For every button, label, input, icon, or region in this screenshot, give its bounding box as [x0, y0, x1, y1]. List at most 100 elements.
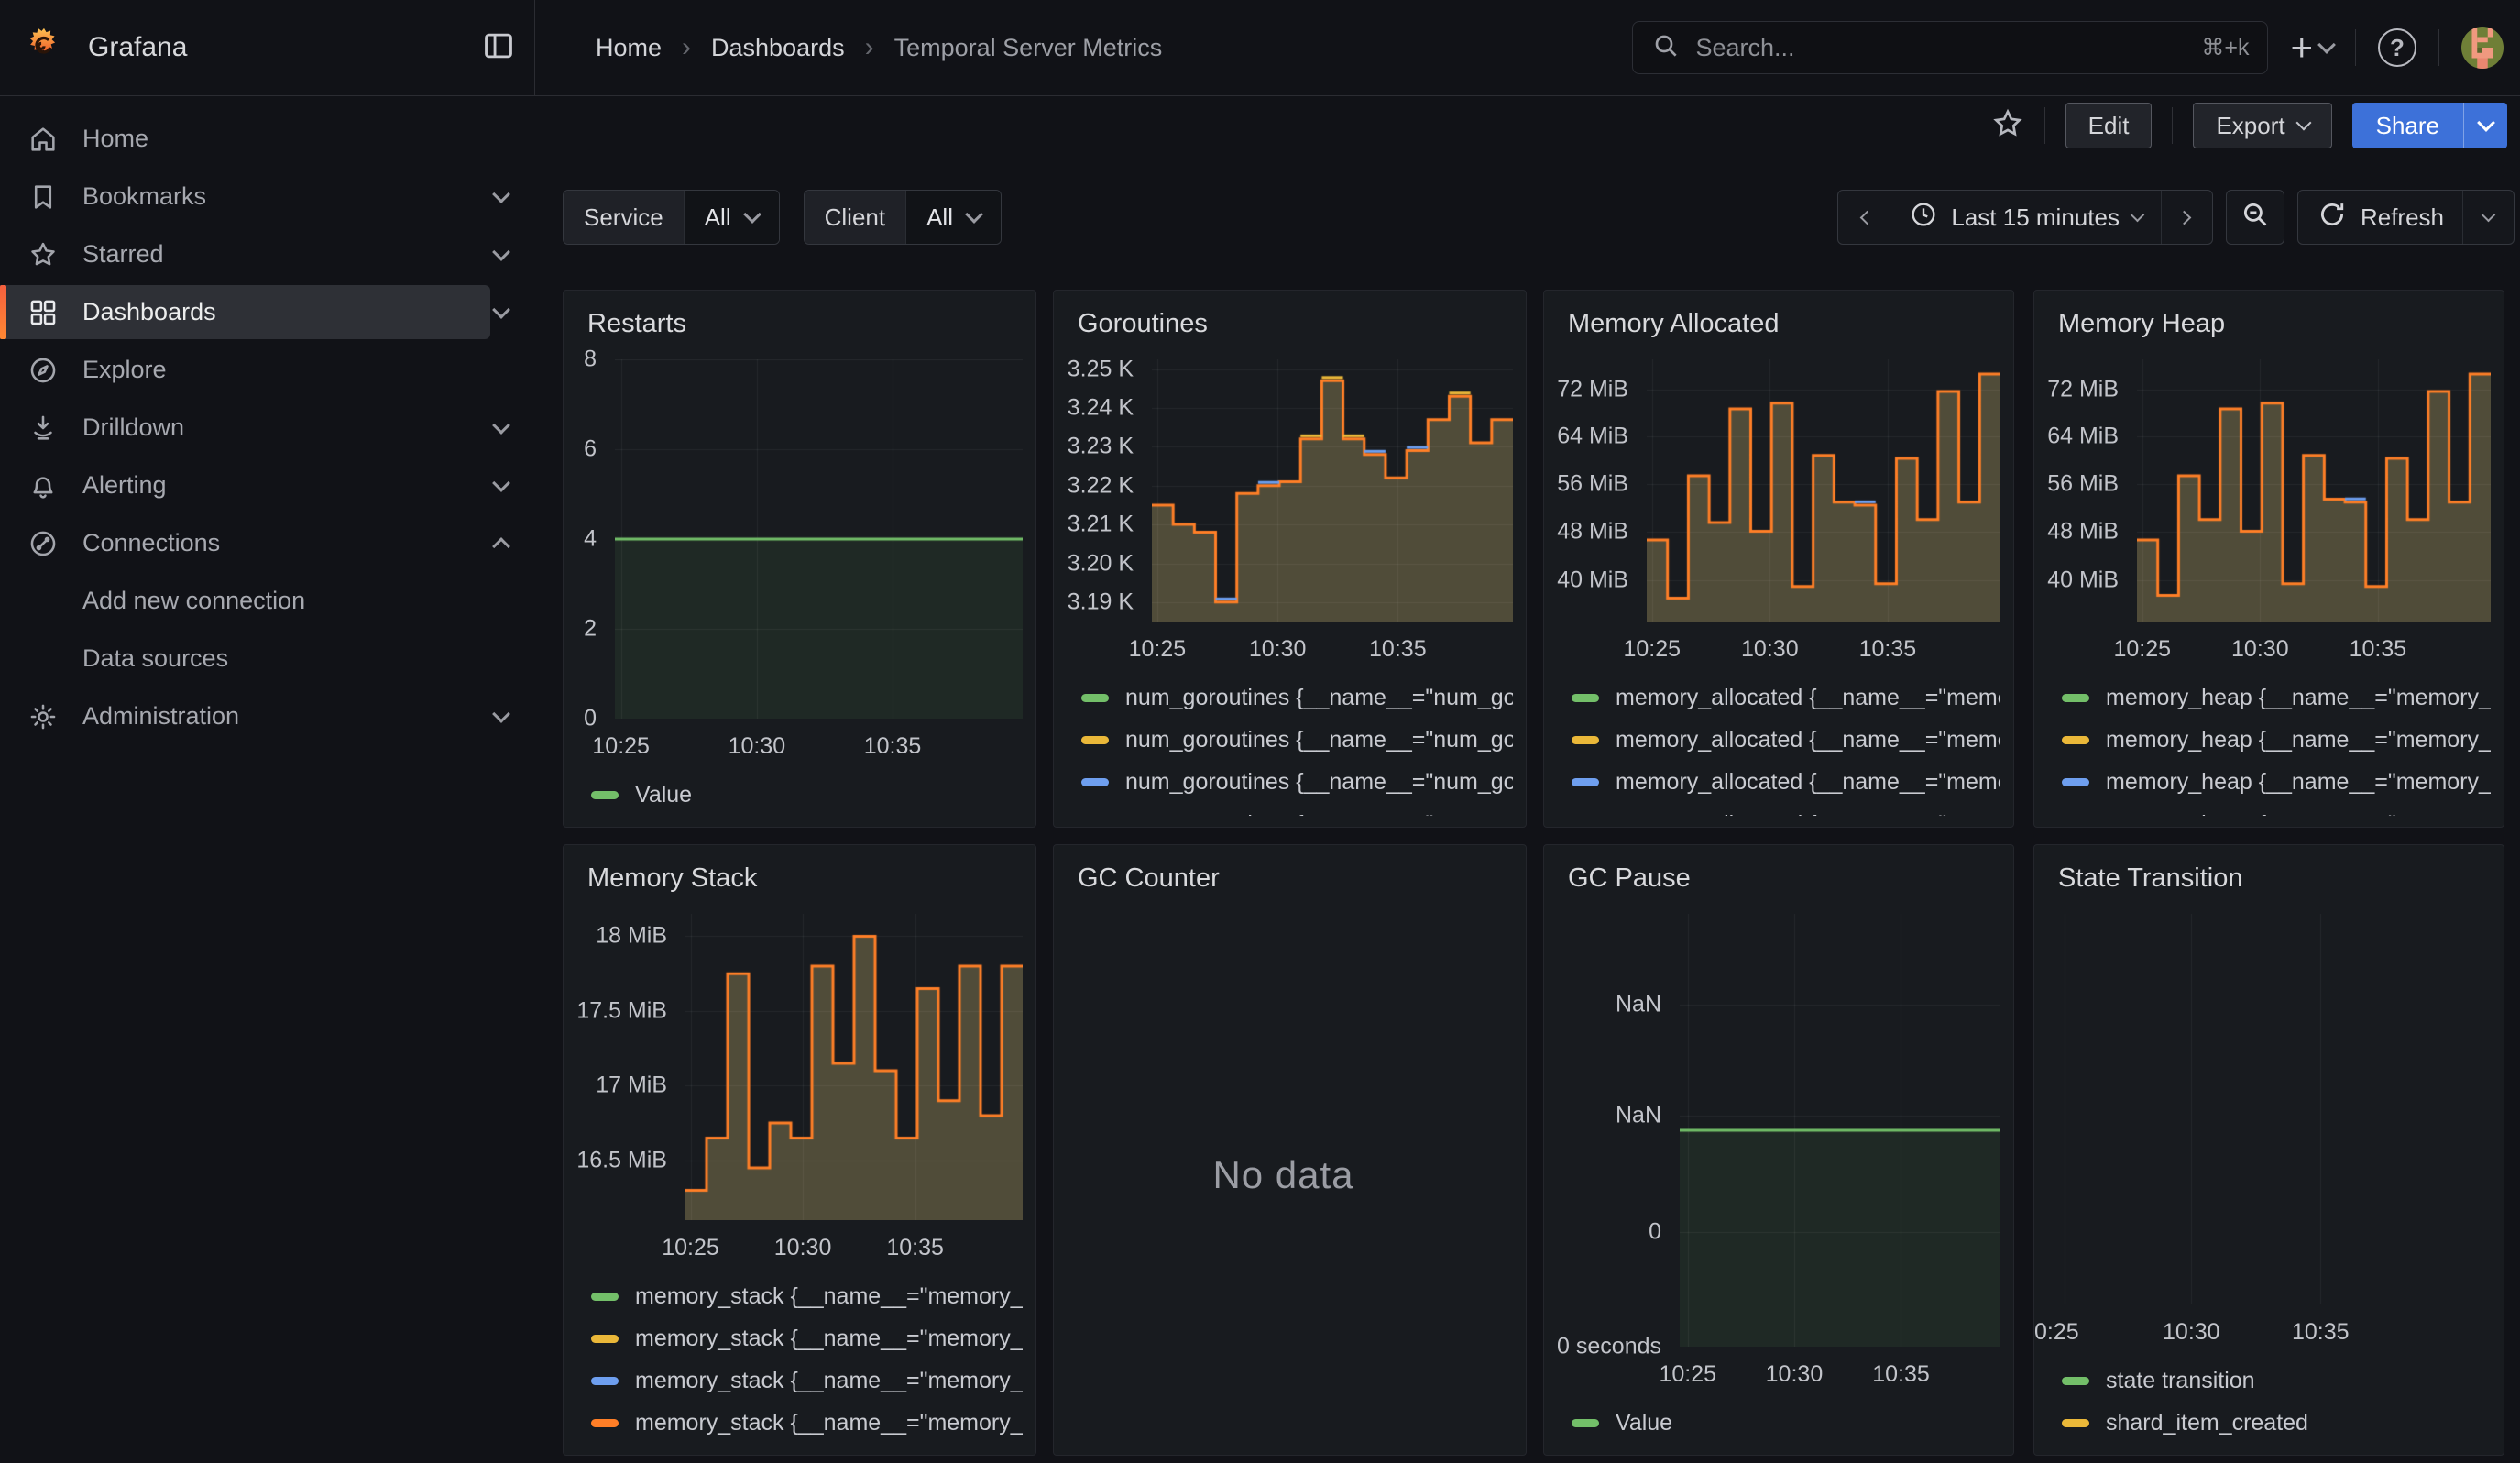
chevron-down-icon[interactable]: [492, 243, 510, 261]
legend-label: shard_item_created: [2106, 1410, 2308, 1436]
chevron-down-icon: [2131, 207, 2145, 222]
add-button[interactable]: +: [2290, 28, 2333, 67]
star-icon[interactable]: [1991, 107, 2024, 145]
chevron-down-icon[interactable]: [492, 185, 510, 204]
y-tick-label: 3.19 K: [1068, 588, 1134, 615]
panel-title[interactable]: State Transition: [2034, 845, 2504, 903]
y-tick-label: 17 MiB: [596, 1072, 667, 1099]
plot-area[interactable]: [615, 359, 1023, 719]
y-tick-label: 0: [584, 706, 597, 732]
search-input[interactable]: Search... ⌘+k: [1632, 21, 2268, 74]
sidebar-item-administration[interactable]: Administration: [0, 688, 535, 745]
legend-item[interactable]: num_goroutines {__name__="num_go: [1081, 676, 1513, 719]
sidebar-item-explore[interactable]: Explore: [0, 341, 535, 399]
sidebar-item-connections[interactable]: Connections: [0, 514, 535, 572]
share-button[interactable]: Share: [2352, 103, 2463, 148]
legend-label: memory_allocated {__name__="memc: [1616, 769, 2000, 796]
time-shift-back-button[interactable]: [1838, 191, 1890, 244]
chevron-down-icon[interactable]: [492, 705, 510, 723]
chevron-up-icon[interactable]: [492, 537, 510, 556]
panel-goroutines: Goroutines 3.25 K3.24 K3.23 K3.22 K3.21 …: [1053, 290, 1527, 828]
legend-swatch: [1572, 736, 1599, 744]
legend-item[interactable]: memory_allocated {__name__="memc: [1572, 676, 2000, 719]
legend-item[interactable]: memory_heap {__name__="memory_h: [2062, 719, 2491, 761]
legend-item[interactable]: memory_stack {__name__="memory_s: [591, 1275, 1023, 1317]
panel-title[interactable]: Memory Heap: [2034, 291, 2504, 348]
y-tick-label: 3.22 K: [1068, 472, 1134, 499]
legend-item[interactable]: num_goroutines {__name__="num_go: [1081, 719, 1513, 761]
legend-item[interactable]: memory_allocated {__name__="memc: [1572, 803, 2000, 816]
x-axis: 10:2510:3010:35: [1680, 1354, 2000, 1396]
panel-memory-stack: Memory Stack 18 MiB17.5 MiB17 MiB16.5 Mi…: [563, 844, 1036, 1456]
export-button[interactable]: Export: [2193, 103, 2331, 148]
panel-title[interactable]: Memory Stack: [564, 845, 1035, 903]
legend-item[interactable]: num_goroutines {__name__="num_go: [1081, 803, 1513, 816]
legend-swatch: [2062, 1419, 2089, 1427]
time-shift-forward-button[interactable]: [2161, 191, 2212, 244]
sidebar-item-dashboards[interactable]: Dashboards: [0, 283, 535, 341]
home-icon: [27, 124, 59, 155]
sidebar-item-alerting[interactable]: Alerting: [0, 456, 535, 514]
sidebar-item-data-sources[interactable]: Data sources: [0, 630, 535, 688]
x-tick-label: 10:25: [662, 1235, 719, 1261]
sidebar-item-starred[interactable]: Starred: [0, 226, 535, 283]
sidebar-item-label: Connections: [82, 529, 220, 557]
refresh-button[interactable]: Refresh: [2298, 191, 2462, 244]
legend-item[interactable]: memory_heap {__name__="memory_h: [2062, 676, 2491, 719]
x-axis: 10:2510:3010:35: [1647, 629, 2000, 671]
panel-title[interactable]: GC Counter: [1054, 845, 1526, 903]
plot-area[interactable]: [1647, 359, 2000, 622]
grafana-logo[interactable]: [24, 26, 64, 71]
x-axis: 0:2510:3010:35: [2034, 1312, 2491, 1354]
client-variable-value[interactable]: All: [905, 191, 1001, 244]
panel-title[interactable]: Restarts: [564, 291, 1035, 348]
sidebar-item-add-new-connection[interactable]: Add new connection: [0, 572, 535, 630]
breadcrumb-dashboards[interactable]: Dashboards: [711, 34, 845, 62]
share-menu-button[interactable]: [2463, 103, 2507, 148]
legend-item[interactable]: state transition: [2062, 1359, 2491, 1402]
chevron-down-icon[interactable]: [492, 416, 510, 434]
legend-item[interactable]: memory_stack {__name__="memory_s: [591, 1359, 1023, 1402]
sidebar-toggle-icon[interactable]: [481, 28, 516, 68]
no-data-message: No data: [1054, 907, 1513, 1444]
edit-button[interactable]: Edit: [2065, 103, 2153, 148]
x-tick-label: 10:35: [1872, 1361, 1930, 1388]
help-button[interactable]: ?: [2378, 28, 2416, 67]
time-range-button[interactable]: Last 15 minutes: [1890, 191, 2161, 244]
sidebar-item-bookmarks[interactable]: Bookmarks: [0, 168, 535, 226]
y-tick-label: 3.20 K: [1068, 550, 1134, 577]
legend-item[interactable]: Value: [1572, 1402, 2000, 1444]
plot-area[interactable]: [1680, 914, 2000, 1347]
zoom-out-button[interactable]: [2226, 190, 2284, 245]
legend-item[interactable]: memory_heap {__name__="memory_h: [2062, 761, 2491, 803]
sidebar-item-label: Starred: [82, 240, 164, 269]
service-variable-value[interactable]: All: [684, 191, 779, 244]
legend-item[interactable]: memory_stack {__name__="memory_s: [591, 1402, 1023, 1444]
y-tick-label: 48 MiB: [2047, 519, 2119, 545]
plot-area[interactable]: [685, 914, 1023, 1220]
legend-item[interactable]: memory_heap {__name__="memory_h: [2062, 803, 2491, 816]
sidebar-item-drilldown[interactable]: Drilldown: [0, 399, 535, 456]
legend-item[interactable]: memory_stack {__name__="memory_s: [591, 1317, 1023, 1359]
legend-item[interactable]: shard_item_created: [2062, 1402, 2491, 1444]
x-tick-label: 10:35: [1859, 636, 1917, 663]
brand-label[interactable]: Grafana: [88, 32, 187, 63]
sidebar-item-home[interactable]: Home: [0, 110, 535, 168]
legend-item[interactable]: memory_allocated {__name__="memc: [1572, 761, 2000, 803]
avatar[interactable]: [2461, 27, 2504, 69]
chevron-down-icon[interactable]: [492, 301, 510, 319]
legend-item[interactable]: Value: [591, 774, 1023, 816]
plot-area[interactable]: [2137, 359, 2491, 622]
sidebar-item-label: Explore: [82, 356, 167, 384]
panel-title[interactable]: Memory Allocated: [1544, 291, 2013, 348]
plot-area[interactable]: [1152, 359, 1513, 622]
panel-title[interactable]: Goroutines: [1054, 291, 1526, 348]
legend-item[interactable]: num_goroutines {__name__="num_go: [1081, 761, 1513, 803]
legend-item[interactable]: memory_allocated {__name__="memc: [1572, 719, 2000, 761]
plot-area[interactable]: [2034, 914, 2491, 1304]
panel-title[interactable]: GC Pause: [1544, 845, 2013, 903]
chevron-down-icon[interactable]: [492, 474, 510, 492]
x-tick-label: 10:30: [1741, 636, 1799, 663]
refresh-interval-button[interactable]: [2462, 191, 2514, 244]
breadcrumb-home[interactable]: Home: [596, 34, 662, 62]
